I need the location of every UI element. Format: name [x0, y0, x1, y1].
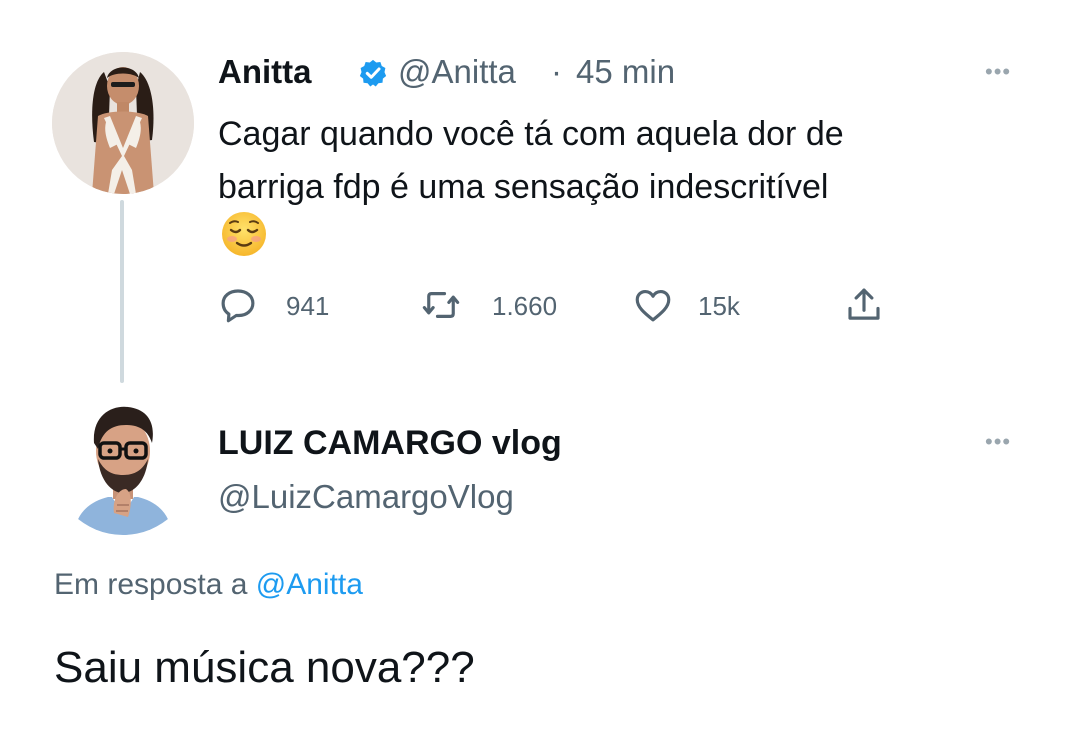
tweet-text: Cagar quando você tá com aquela dor de b… [218, 115, 844, 206]
profile-photo-image [52, 52, 194, 194]
reply-context-handle-link[interactable]: @Anitta [256, 568, 363, 601]
reply-context: Em resposta a @Anitta [54, 565, 363, 605]
author-name[interactable]: Anitta [218, 52, 312, 92]
relieved-face-emoji-icon [220, 210, 268, 258]
reply-count: 941 [286, 291, 330, 321]
more-options-icon[interactable]: ••• [985, 61, 1011, 83]
reply-icon[interactable] [217, 284, 259, 326]
share-icon[interactable] [843, 284, 885, 326]
verified-badge-icon [358, 58, 388, 88]
reply-author-name[interactable]: LUIZ CAMARGO vlog [218, 422, 562, 464]
retweet-count: 1.660 [492, 291, 558, 321]
retweet-icon[interactable] [420, 284, 462, 326]
reply-author-handle[interactable]: @LuizCamargoVlog [218, 476, 514, 518]
author-handle[interactable]: @Anitta [398, 52, 516, 92]
thread-line [120, 200, 124, 383]
avatar-luiz-camargo[interactable] [52, 393, 194, 535]
tweet-timestamp[interactable]: 45 min [576, 52, 675, 92]
like-count: 15k [698, 291, 740, 321]
cartoon-profile-photo-image [52, 393, 194, 535]
reply-context-prefix: Em resposta a [54, 568, 256, 601]
separator-dot: · [551, 53, 562, 90]
reply-text: Saiu música nova??? [54, 643, 475, 692]
reply-more-options-icon[interactable]: ••• [985, 431, 1011, 453]
avatar-anitta[interactable] [52, 52, 194, 194]
heart-icon[interactable] [632, 284, 674, 326]
